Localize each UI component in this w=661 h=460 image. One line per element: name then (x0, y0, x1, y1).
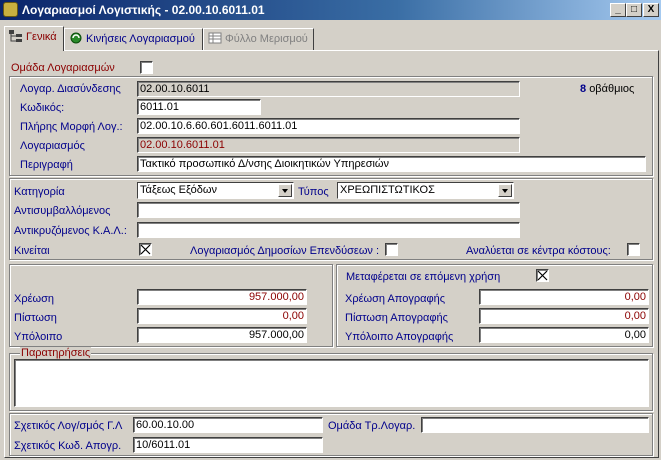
notes-label: Παρατηρήσεις (20, 347, 92, 359)
window-title: Λογαριασμοί Λογιστικής - 02.00.10.6011.0… (22, 3, 265, 17)
maximize-button[interactable]: □ (626, 3, 642, 17)
level-label: οβάθμιος (589, 83, 635, 95)
counter-kal-field[interactable] (137, 222, 520, 238)
category-select[interactable]: Τάξεως Εξόδων (137, 182, 294, 199)
carry-forward-label: Μεταφέρεται σε επόμενη χρήση (346, 271, 501, 283)
tree-icon (9, 30, 23, 42)
inv-debit-field[interactable]: 0,00 (479, 289, 649, 305)
type-select[interactable]: ΧΡΕΩΠΙΣΤΩΤΙΚΟΣ (337, 182, 514, 199)
public-investments-label: Λογαριασμός Δημοσίων Επενδύσεων : (190, 245, 380, 257)
account-label: Λογαριασμός (20, 140, 85, 152)
link-account-field[interactable]: 02.00.10.6011 (137, 81, 520, 97)
fullform-label: Πλήρης Μορφή Λογ.: (20, 121, 123, 133)
balance-label: Υπόλοιπο (14, 331, 63, 343)
chevron-down-icon[interactable] (278, 184, 292, 197)
debit-field[interactable]: 957.000,00 (137, 289, 307, 305)
refresh-icon (69, 32, 83, 44)
close-button[interactable]: X (643, 3, 659, 17)
moves-label: Κινείται (14, 245, 50, 257)
transfer-group-field[interactable] (421, 417, 649, 433)
account-group-checkbox[interactable] (140, 61, 153, 74)
account-group-label: Ομάδα Λογαριασμών (11, 62, 115, 74)
link-account-label: Λογαρ. Διασύνδεσης (20, 83, 121, 95)
minimize-button[interactable]: _ (610, 3, 626, 17)
credit-field[interactable]: 0,00 (137, 308, 307, 324)
tab-account-movements[interactable]: Κινήσεις Λογαριασμού (64, 28, 203, 50)
check-x-icon (537, 270, 548, 281)
code-field[interactable]: 6011.01 (137, 99, 261, 115)
tab-general-label: Γενικά (26, 31, 57, 43)
debit-label: Χρέωση (14, 293, 54, 305)
type-select-value: ΧΡΕΩΠΙΣΤΩΤΙΚΟΣ (340, 184, 435, 196)
inv-debit-label: Χρέωση Απογραφής (345, 293, 445, 305)
related-inv-code-label: Σχετικός Κωδ. Απογρ. (14, 440, 122, 452)
notes-textarea[interactable] (14, 359, 649, 407)
account-field[interactable]: 02.00.10.6011.01 (137, 137, 520, 153)
tab-general[interactable]: Γενικά (4, 26, 64, 51)
related-gl-label: Σχετικός Λογ/σμός Γ.Λ (14, 420, 123, 432)
fullform-field[interactable]: 02.00.10.6.60.601.6011.6011.01 (137, 118, 520, 134)
inv-balance-label: Υπόλοιπο Απογραφής (345, 331, 454, 343)
cost-centers-checkbox[interactable] (627, 243, 640, 256)
inv-credit-field[interactable]: 0,00 (479, 308, 649, 324)
counterparty-label: Αντισυμβαλλόμενος (14, 205, 111, 217)
counter-kal-label: Αντικρυζόμενος Κ.Α.Λ.: (14, 225, 127, 237)
tab-allocation-sheet-label: Φύλλο Μερισμού (225, 33, 308, 45)
credit-label: Πίστωση (14, 312, 57, 324)
chevron-down-icon[interactable] (498, 184, 512, 197)
transfer-group-label: Ομάδα Τρ.Λογαρ. (328, 420, 416, 432)
description-field[interactable]: Τακτικό προσωπικό Δ/νσης Διοικητικών Υπη… (137, 156, 646, 172)
app-icon (3, 2, 18, 17)
carry-forward-checkbox[interactable] (536, 269, 549, 282)
inv-balance-field[interactable]: 0,00 (479, 327, 649, 343)
category-select-value: Τάξεως Εξόδων (140, 184, 217, 196)
code-label: Κωδικός: (20, 102, 65, 114)
related-gl-field[interactable]: 60.00.10.00 (133, 417, 323, 433)
check-x-icon (140, 244, 151, 255)
level-indicator: 8 οβάθμιος (580, 83, 634, 95)
tab-account-movements-label: Κινήσεις Λογαριασμού (86, 33, 195, 45)
title-bar[interactable]: Λογαριασμοί Λογιστικής - 02.00.10.6011.0… (0, 0, 661, 20)
description-label: Περιγραφή (20, 159, 73, 171)
inv-credit-label: Πίστωση Απογραφής (345, 312, 448, 324)
balance-field[interactable]: 957.000,00 (137, 327, 307, 343)
tab-allocation-sheet[interactable]: Φύλλο Μερισμού (203, 28, 314, 50)
type-label: Τύπος (298, 186, 329, 198)
related-inv-code-field[interactable]: 10/6011.01 (133, 437, 323, 453)
level-value: 8 (580, 83, 587, 95)
category-label: Κατηγορία (14, 186, 65, 198)
counterparty-field[interactable] (137, 202, 520, 218)
cost-centers-label: Αναλύεται σε κέντρα κόστους: (466, 245, 611, 257)
public-investments-checkbox[interactable] (385, 243, 398, 256)
sheet-icon (208, 32, 222, 44)
moves-checkbox[interactable] (139, 243, 152, 256)
